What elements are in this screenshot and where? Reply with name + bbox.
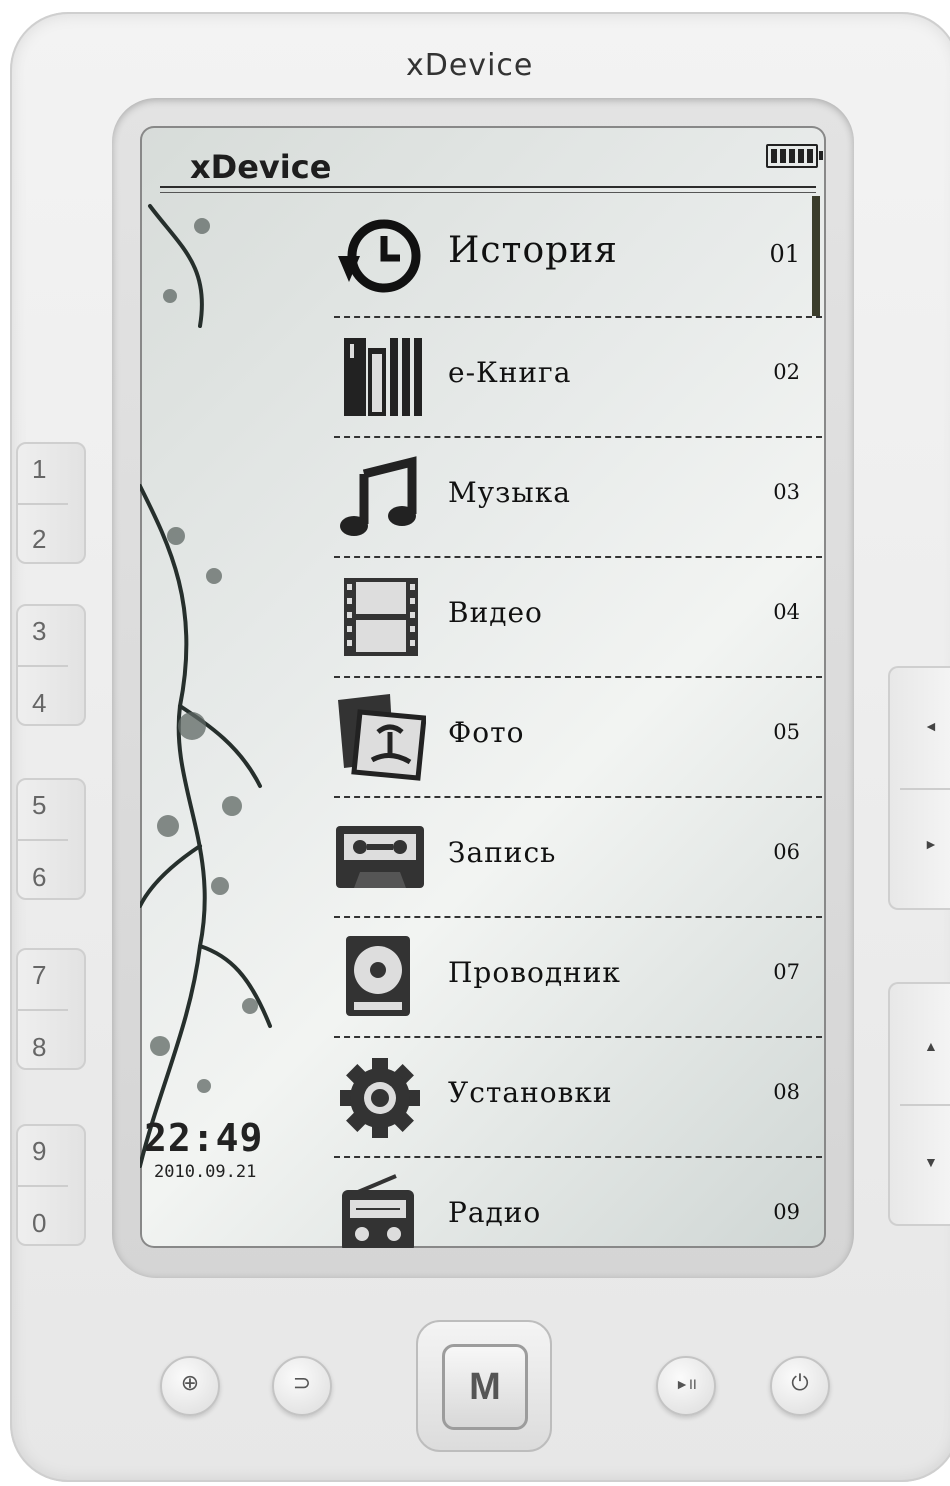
prev-page-button[interactable]: ◄ xyxy=(924,718,938,734)
key-9-0[interactable]: 9 0 xyxy=(16,1124,86,1246)
menu-label: e-Книга xyxy=(448,356,572,389)
menu-item-record[interactable]: Запись 06 xyxy=(334,798,822,918)
menu-number: 01 xyxy=(769,240,800,268)
down-button[interactable]: ▼ xyxy=(924,1154,938,1170)
header-divider xyxy=(160,186,816,188)
up-button[interactable]: ▲ xyxy=(924,1038,938,1054)
key-3-4[interactable]: 3 4 xyxy=(16,604,86,726)
battery-full-icon xyxy=(766,144,823,168)
key-7-8[interactable]: 7 8 xyxy=(16,948,86,1070)
books-icon xyxy=(344,338,422,416)
history-icon xyxy=(338,219,421,293)
key-0[interactable]: 0 xyxy=(32,1208,46,1239)
menu-label: Фото xyxy=(448,716,525,749)
menu-item-history[interactable]: История 01 xyxy=(334,198,822,318)
play-pause-icon: ►II xyxy=(675,1376,697,1392)
key-3[interactable]: 3 xyxy=(32,616,46,647)
zoom-button[interactable]: ⊕ xyxy=(160,1356,220,1416)
menu-number: 02 xyxy=(773,360,800,384)
power-icon: ⏻ xyxy=(791,1370,809,1395)
zoom-icon: ⊕ xyxy=(180,1370,200,1395)
menu-number: 04 xyxy=(773,600,800,624)
radio-icon xyxy=(342,1174,414,1248)
menu-number: 05 xyxy=(773,720,800,744)
menu-label: Проводник xyxy=(448,956,621,989)
next-page-button[interactable]: ► xyxy=(924,836,938,852)
cassette-icon xyxy=(336,826,424,888)
film-icon xyxy=(344,578,418,656)
clock-date: 2010.09.21 xyxy=(154,1162,257,1182)
menu-number: 07 xyxy=(773,960,800,984)
back-button[interactable]: ⊃ xyxy=(272,1356,332,1416)
menu-number: 06 xyxy=(773,840,800,864)
scroll-buttons: ▲ ▼ xyxy=(888,982,950,1226)
clock-time: 22:49 xyxy=(144,1116,264,1160)
key-5[interactable]: 5 xyxy=(32,790,46,821)
menu-number: 08 xyxy=(773,1080,800,1104)
menu-item-ebook[interactable]: e-Книга 02 xyxy=(334,318,822,438)
tree-decoration xyxy=(140,204,272,1168)
menu-button[interactable]: M xyxy=(442,1344,528,1430)
back-icon: ⊃ xyxy=(292,1370,312,1395)
power-button[interactable]: ⏻ xyxy=(770,1356,830,1416)
menu-item-photo[interactable]: Фото 05 xyxy=(334,678,822,798)
gear-icon xyxy=(340,1058,420,1138)
menu-item-settings[interactable]: Установки 08 xyxy=(334,1038,822,1158)
menu-label: Видео xyxy=(448,596,543,629)
menu-item-video[interactable]: Видео 04 xyxy=(334,558,822,678)
menu-label: История xyxy=(448,230,618,271)
key-2[interactable]: 2 xyxy=(32,524,46,555)
music-note-icon xyxy=(340,456,417,536)
page-turn-buttons: ◄ ► xyxy=(888,666,950,910)
menu-label: Установки xyxy=(448,1076,613,1109)
menu-number: 03 xyxy=(773,480,800,504)
play-pause-button[interactable]: ►II xyxy=(656,1356,716,1416)
screen: xDevice История 01 e-Книга 02 Музыка 03 … xyxy=(140,126,826,1248)
key-4[interactable]: 4 xyxy=(32,688,46,719)
device-brand-logo: xDevice xyxy=(406,48,534,83)
menu-label: Радио xyxy=(448,1196,542,1229)
main-menu: История 01 e-Книга 02 Музыка 03 Видео 04… xyxy=(334,198,822,1248)
key-1[interactable]: 1 xyxy=(32,454,46,485)
key-5-6[interactable]: 5 6 xyxy=(16,778,86,900)
screen-brand-logo: xDevice xyxy=(190,148,332,186)
menu-label: Запись xyxy=(448,836,557,869)
photo-icon xyxy=(338,694,426,781)
menu-number: 09 xyxy=(773,1200,800,1224)
menu-item-radio[interactable]: Радио 09 xyxy=(334,1158,822,1248)
menu-item-explorer[interactable]: Проводник 07 xyxy=(334,918,822,1038)
key-1-2[interactable]: 1 2 xyxy=(16,442,86,564)
key-6[interactable]: 6 xyxy=(32,862,46,893)
header-divider-thin xyxy=(160,192,816,193)
menu-button-frame: M xyxy=(416,1320,552,1452)
menu-item-music[interactable]: Музыка 03 xyxy=(334,438,822,558)
menu-label: Музыка xyxy=(448,476,571,509)
disk-icon xyxy=(346,936,410,1016)
key-7[interactable]: 7 xyxy=(32,960,46,991)
key-9[interactable]: 9 xyxy=(32,1136,46,1167)
key-8[interactable]: 8 xyxy=(32,1032,46,1063)
